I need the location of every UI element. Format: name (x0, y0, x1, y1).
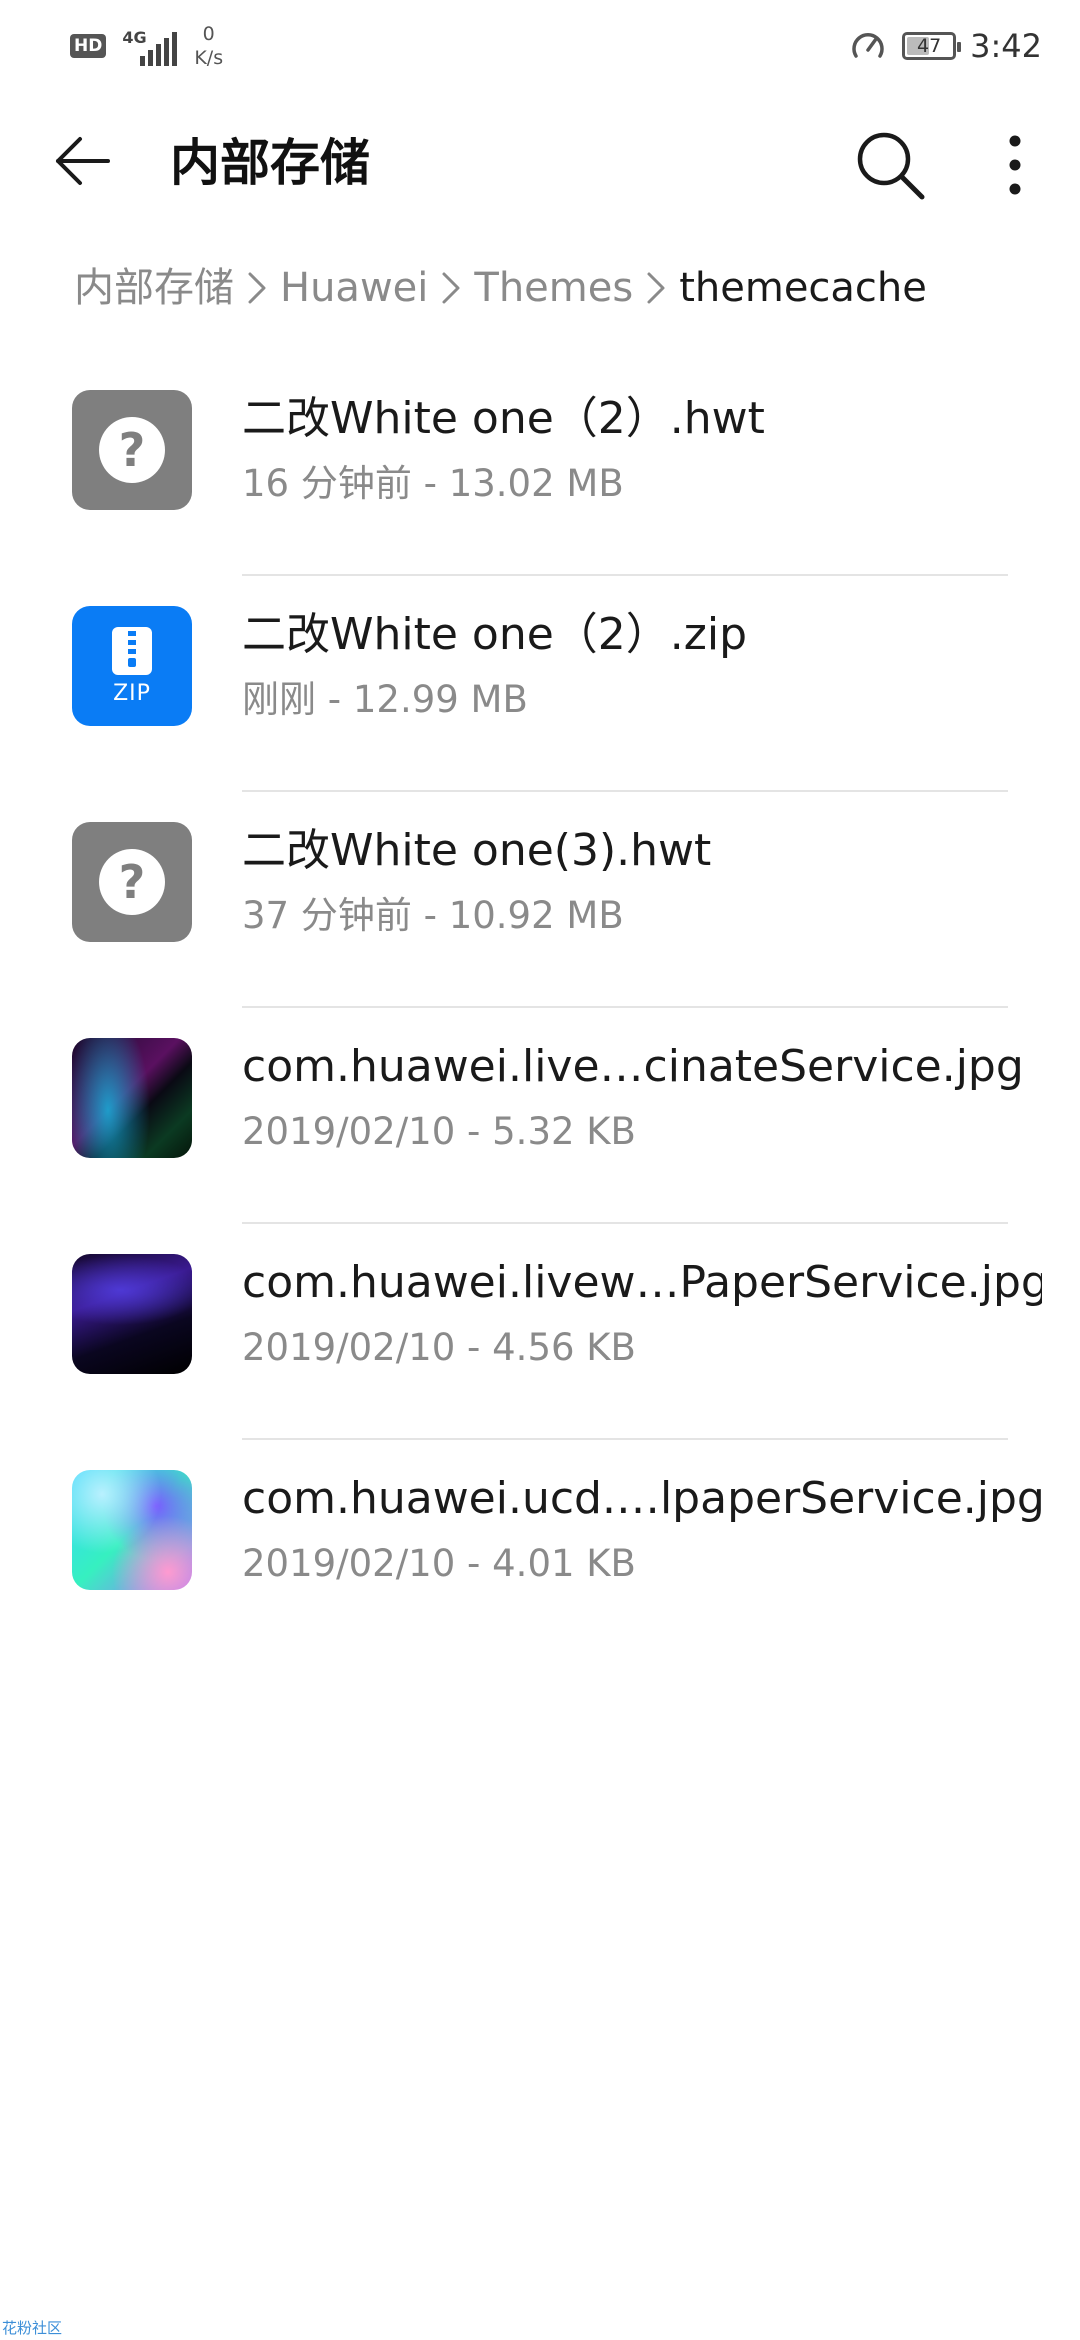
speedometer-icon (852, 33, 884, 58)
meta-separator: - (455, 1326, 493, 1369)
unknown-file-icon: ? (72, 822, 192, 942)
meta-separator: - (411, 894, 449, 937)
more-options-button[interactable] (990, 125, 1040, 205)
breadcrumb-item-themes[interactable]: Themes (474, 258, 633, 318)
battery-level: 47 (917, 35, 942, 57)
file-meta: 刚刚 - 12.99 MB (242, 672, 528, 728)
breadcrumb: 内部存储 Huawei Themes themecache (74, 258, 927, 318)
image-thumbnail (72, 1470, 192, 1590)
file-time: 16 分钟前 (242, 462, 412, 505)
status-bar: HD 4G 0 K/s 47 3:42 (0, 0, 1080, 96)
search-button[interactable] (850, 125, 930, 205)
file-meta: 16 分钟前 - 13.02 MB (242, 456, 624, 512)
file-size: 5.32 KB (492, 1110, 636, 1153)
chevron-right-icon (428, 258, 474, 318)
list-item[interactable]: com.huawei.ucd.…lpaperService.jpg 2019/0… (0, 1440, 1080, 1656)
zip-badge: ZIP (113, 680, 151, 706)
list-item[interactable]: ? 二改White one(3).hwt 37 分钟前 - 10.92 MB (0, 792, 1080, 1008)
file-time: 2019/02/10 (242, 1542, 456, 1585)
chevron-right-icon (633, 258, 679, 318)
meta-separator: - (455, 1110, 493, 1153)
meta-separator: - (455, 1542, 493, 1585)
signal-icon: 4G (118, 26, 178, 74)
file-size: 12.99 MB (352, 678, 528, 721)
file-time: 2019/02/10 (242, 1110, 456, 1153)
file-name: com.huawei.livew…PaperService.jpg (242, 1257, 1042, 1308)
image-thumbnail (72, 1038, 192, 1158)
file-meta: 2019/02/10 - 5.32 KB (242, 1104, 636, 1160)
file-size: 4.01 KB (492, 1542, 636, 1585)
file-list: ? 二改White one（2）.hwt 16 分钟前 - 13.02 MB Z… (0, 360, 1080, 1656)
list-item[interactable]: com.huawei.livew…PaperService.jpg 2019/0… (0, 1224, 1080, 1440)
file-size: 4.56 KB (492, 1326, 636, 1369)
list-item[interactable]: ? 二改White one（2）.hwt 16 分钟前 - 13.02 MB (0, 360, 1080, 576)
file-name: com.huawei.live…cinateService.jpg (242, 1041, 1024, 1092)
hd-indicator: HD (70, 34, 107, 58)
list-item[interactable]: ZIP 二改White one（2）.zip 刚刚 - 12.99 MB (0, 576, 1080, 792)
list-item[interactable]: com.huawei.live…cinateService.jpg 2019/0… (0, 1008, 1080, 1224)
more-vertical-icon (1009, 135, 1021, 195)
file-manager-screen: HD 4G 0 K/s 47 3:42 内部存储 内部存储 Huawei The… (0, 0, 1080, 2340)
meta-separator: - (316, 678, 353, 721)
file-name: 二改White one(3).hwt (242, 825, 712, 876)
network-speed-unit: K/s (194, 47, 224, 69)
file-size: 10.92 MB (448, 894, 624, 937)
image-thumbnail (72, 1254, 192, 1374)
page-title: 内部存储 (170, 134, 370, 192)
breadcrumb-item-huawei[interactable]: Huawei (280, 258, 428, 318)
breadcrumb-item-internal-storage[interactable]: 内部存储 (74, 258, 234, 318)
watermark: 花粉社区 (2, 2319, 63, 2337)
file-name: 二改White one（2）.zip (242, 609, 748, 660)
breadcrumb-item-themecache: themecache (679, 265, 927, 311)
file-time: 刚刚 (242, 678, 316, 721)
back-button[interactable] (46, 125, 118, 197)
network-speed: 0 K/s (194, 22, 223, 70)
arrow-left-icon (56, 137, 110, 185)
battery-icon: 47 (902, 32, 962, 60)
file-size: 13.02 MB (448, 462, 624, 505)
network-speed-value: 0 (202, 23, 215, 45)
file-name: 二改White one（2）.hwt (242, 393, 765, 444)
file-meta: 2019/02/10 - 4.56 KB (242, 1320, 636, 1376)
toolbar: 内部存储 (0, 100, 1080, 230)
file-time: 37 分钟前 (242, 894, 412, 937)
zip-file-icon: ZIP (72, 606, 192, 726)
file-meta: 2019/02/10 - 4.01 KB (242, 1536, 636, 1592)
meta-separator: - (411, 462, 449, 505)
file-time: 2019/02/10 (242, 1326, 456, 1369)
file-meta: 37 分钟前 - 10.92 MB (242, 888, 624, 944)
file-name: com.huawei.ucd.…lpaperService.jpg (242, 1473, 1042, 1524)
chevron-right-icon (234, 258, 280, 318)
clock: 3:42 (970, 27, 1042, 65)
unknown-file-icon: ? (72, 390, 192, 510)
search-icon (857, 132, 925, 200)
